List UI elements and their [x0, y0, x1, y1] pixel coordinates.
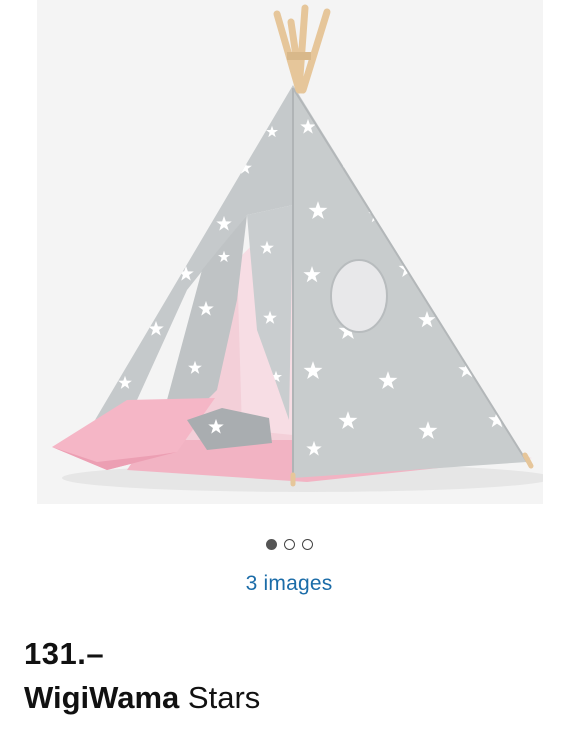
gallery-pagination — [0, 539, 578, 550]
gallery-dot-2[interactable] — [283, 539, 295, 550]
image-count-link[interactable]: 3 images — [0, 572, 578, 596]
product-page: 3 images 131.– WigiWama Stars — [0, 0, 578, 750]
product-title: WigiWama Stars — [24, 680, 260, 716]
product-name: Stars — [179, 680, 261, 715]
gallery-dot-1[interactable] — [265, 539, 277, 550]
product-image-gallery[interactable] — [37, 0, 543, 504]
teepee-tent-image — [37, 0, 543, 504]
gallery-dot-3[interactable] — [301, 539, 313, 550]
product-price: 131.– — [24, 636, 105, 671]
product-brand: WigiWama — [24, 680, 180, 715]
